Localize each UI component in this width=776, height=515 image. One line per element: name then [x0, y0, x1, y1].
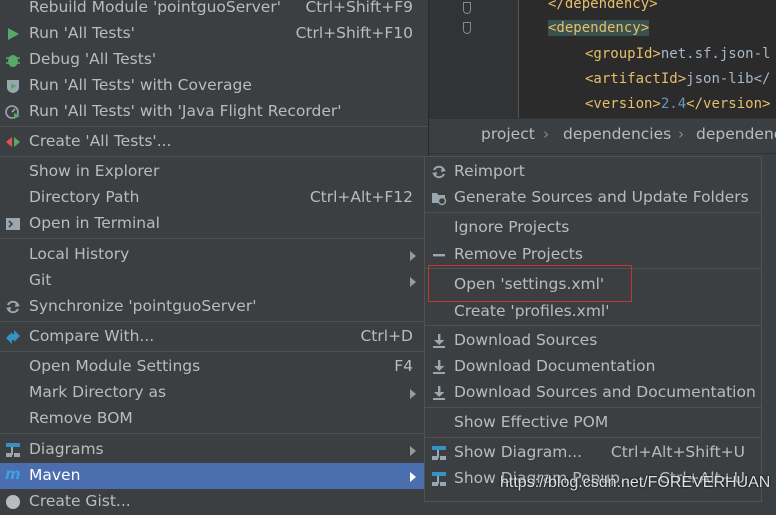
menu-item-run-all-tests[interactable]: Run 'All Tests' Ctrl+Shift+F10 — [0, 21, 428, 47]
github-icon — [6, 495, 20, 509]
breadcrumb-separator: › — [678, 125, 685, 143]
submenu-item-show-diagram[interactable]: Show Diagram... Ctrl+Alt+Shift+U — [425, 440, 761, 466]
menu-separator — [425, 407, 761, 408]
submenu-item-create-profiles-xml[interactable]: Create 'profiles.xml' — [425, 299, 761, 325]
breadcrumb-item[interactable]: dependenc — [696, 125, 776, 143]
download-icon — [433, 360, 445, 374]
submenu-arrow-icon — [410, 472, 416, 482]
code-editor[interactable]: </dependency> <dependency> <groupId>net.… — [428, 0, 776, 118]
folder-refresh-icon — [432, 193, 447, 206]
submenu-item-reimport[interactable]: Reimport — [425, 159, 761, 185]
submenu-item-generate-sources[interactable]: Generate Sources and Update Folders — [425, 185, 761, 211]
fold-marker-icon[interactable] — [463, 22, 471, 34]
menu-item-open-in-terminal[interactable]: Open in Terminal — [0, 211, 428, 237]
maven-submenu: Reimport Generate Sources and Update Fol… — [424, 156, 762, 502]
submenu-arrow-icon — [410, 446, 416, 456]
menu-item-diagrams[interactable]: Diagrams — [0, 437, 428, 463]
submenu-arrow-icon — [410, 277, 416, 287]
diagram-icon — [432, 446, 446, 460]
breadcrumb-separator: › — [543, 125, 550, 143]
submenu-item-download-sources-and-docs[interactable]: Download Sources and Documentation — [425, 380, 761, 406]
create-test-icon — [6, 137, 20, 147]
menu-separator — [0, 321, 428, 322]
fold-marker-icon[interactable] — [463, 2, 471, 14]
coverage-icon — [7, 80, 19, 93]
menu-item-create-all-tests[interactable]: Create 'All Tests'... — [0, 129, 428, 155]
download-icon — [433, 386, 445, 400]
submenu-arrow-icon — [410, 251, 416, 261]
menu-separator — [0, 351, 428, 352]
code-line: <artifactId>json-lib</ — [585, 71, 771, 87]
submenu-item-ignore-projects[interactable]: Ignore Projects — [425, 215, 761, 241]
editor-gutter — [428, 0, 519, 118]
code-line: </dependency> — [548, 0, 658, 12]
diagram-icon — [432, 472, 446, 486]
reimport-icon — [432, 165, 446, 179]
menu-separator — [0, 156, 428, 157]
menu-separator — [0, 433, 428, 434]
compare-icon — [6, 330, 20, 344]
breadcrumb: project › dependencies › dependenc — [428, 118, 776, 154]
menu-item-run-with-jfr[interactable]: Run 'All Tests' with 'Java Flight Record… — [0, 99, 428, 125]
breadcrumb-item[interactable]: project — [481, 125, 535, 143]
submenu-item-download-documentation[interactable]: Download Documentation — [425, 354, 761, 380]
menu-item-show-in-explorer[interactable]: Show in Explorer — [0, 159, 428, 185]
menu-separator — [0, 126, 428, 127]
download-icon — [433, 334, 445, 348]
diagram-icon — [6, 443, 20, 457]
context-menu: Rebuild Module 'pointguoServer' Ctrl+Shi… — [0, 0, 429, 510]
menu-item-local-history[interactable]: Local History — [0, 242, 428, 268]
menu-item-compare-with[interactable]: Compare With... Ctrl+D — [0, 324, 428, 350]
watermark: https://blog.csdn.net/FOREVERHUAN — [500, 474, 771, 491]
menu-separator — [425, 212, 761, 213]
menu-separator — [425, 437, 761, 438]
menu-item-directory-path[interactable]: Directory Path Ctrl+Alt+F12 — [0, 185, 428, 211]
menu-item-open-module-settings[interactable]: Open Module Settings F4 — [0, 354, 428, 380]
menu-item-mark-directory-as[interactable]: Mark Directory as — [0, 380, 428, 406]
breadcrumb-item[interactable]: dependencies — [563, 125, 671, 143]
menu-item-synchronize[interactable]: Synchronize 'pointguoServer' — [0, 294, 428, 320]
minus-icon — [433, 254, 445, 257]
menu-item-git[interactable]: Git — [0, 268, 428, 294]
menu-item-rebuild-module[interactable]: Rebuild Module 'pointguoServer' Ctrl+Shi… — [0, 0, 428, 21]
submenu-item-show-effective-pom[interactable]: Show Effective POM — [425, 410, 761, 436]
highlight-box — [428, 265, 632, 302]
menu-item-remove-bom[interactable]: Remove BOM — [0, 406, 428, 432]
menu-separator — [0, 238, 428, 239]
terminal-icon — [6, 218, 20, 230]
code-line: <version>2.4</version> — [585, 96, 771, 112]
profiler-icon — [5, 105, 20, 119]
submenu-arrow-icon — [410, 389, 416, 399]
menu-separator — [425, 325, 761, 326]
menu-item-run-with-coverage[interactable]: Run 'All Tests' with Coverage — [0, 73, 428, 99]
menu-item-debug-all-tests[interactable]: Debug 'All Tests' — [0, 47, 428, 73]
code-line: <dependency> — [548, 20, 650, 36]
submenu-item-download-sources[interactable]: Download Sources — [425, 328, 761, 354]
run-icon — [8, 28, 19, 40]
debug-icon — [6, 55, 20, 67]
maven-icon: m — [5, 465, 21, 483]
menu-item-create-gist[interactable]: Create Gist... — [0, 489, 428, 515]
sync-icon — [6, 300, 20, 314]
code-line: <groupId>net.sf.json-l — [585, 46, 771, 62]
menu-item-maven[interactable]: m Maven — [0, 463, 428, 489]
